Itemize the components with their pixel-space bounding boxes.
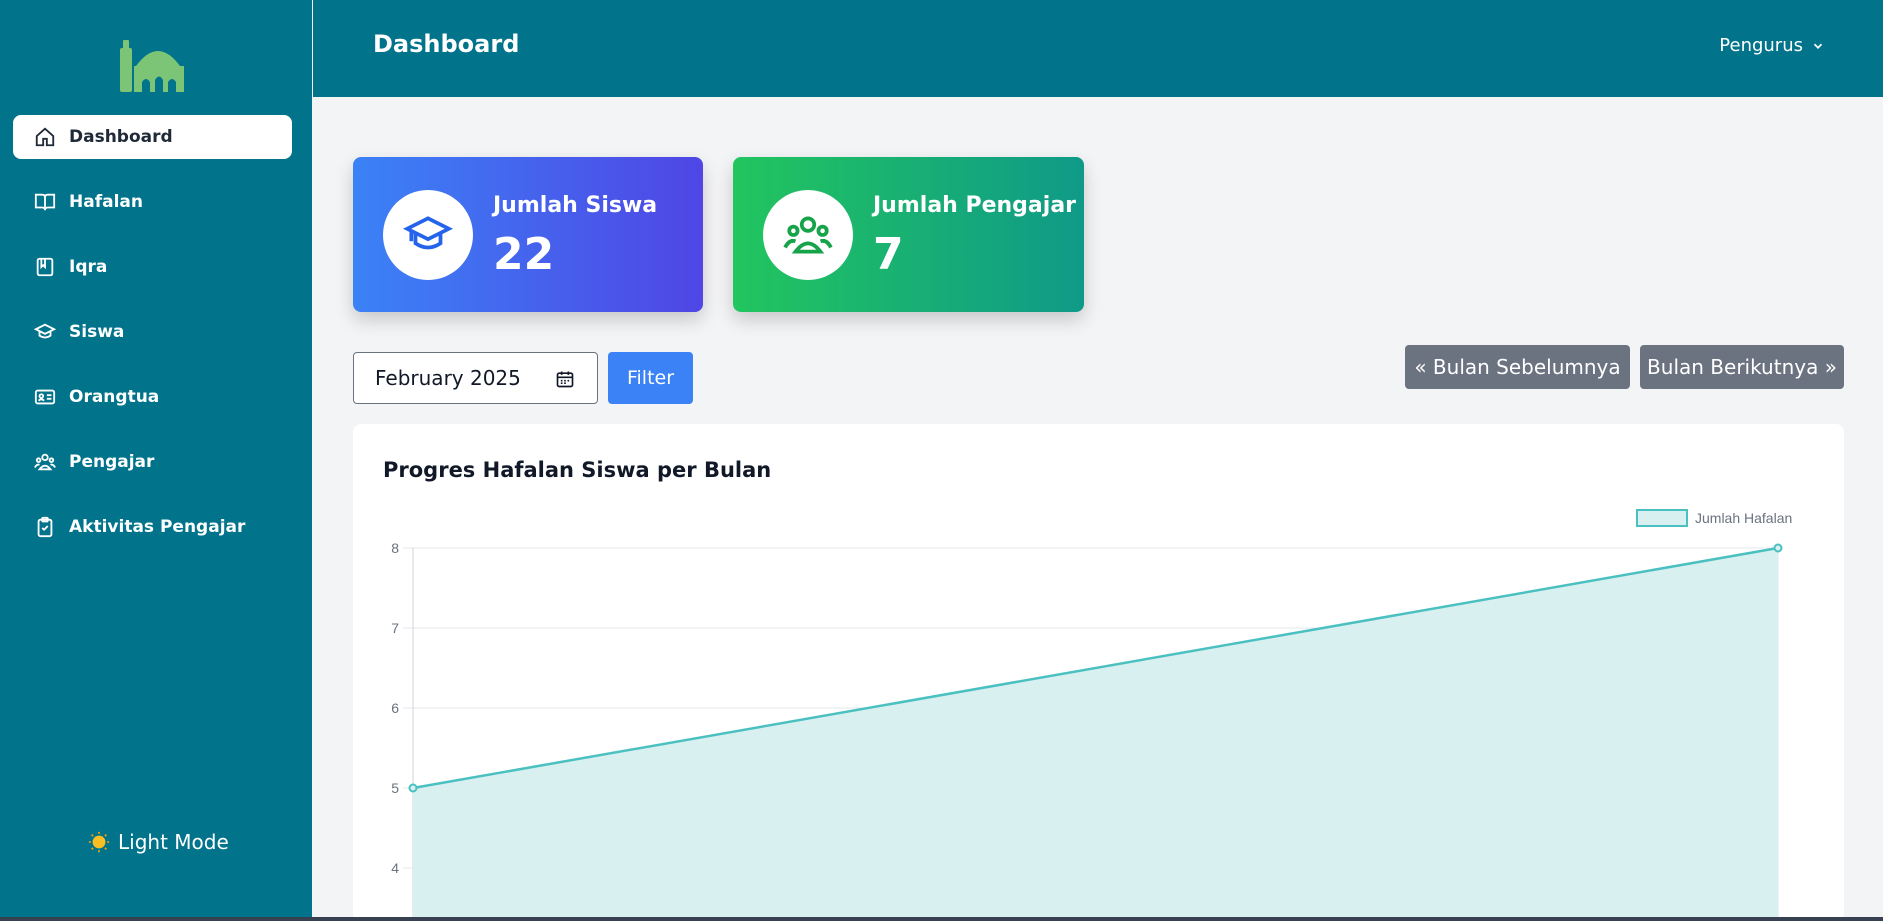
sidebar-item-label: Pengajar <box>69 452 155 472</box>
legend-swatch <box>1636 509 1688 527</box>
sun-icon <box>88 831 110 853</box>
series-area <box>413 548 1778 921</box>
book-open-icon <box>33 190 57 214</box>
data-point <box>408 783 418 793</box>
month-input[interactable]: February 2025 <box>353 352 598 404</box>
legend-label: Jumlah Hafalan <box>1695 510 1792 526</box>
filter-button[interactable]: Filter <box>608 352 693 404</box>
y-tick-label: 4 <box>391 860 399 876</box>
y-tick-label: 7 <box>391 620 399 636</box>
sidebar-item-label: Aktivitas Pengajar <box>69 517 246 537</box>
sidebar-item-orangtua[interactable]: Orangtua <box>13 375 292 419</box>
stat-card-pengajar: Jumlah Pengajar 7 <box>733 157 1084 312</box>
chevron-down-icon <box>1813 43 1823 49</box>
sidebar-item-pengajar[interactable]: Pengajar <box>13 440 292 484</box>
user-menu-dropdown[interactable]: Pengurus <box>1719 35 1825 56</box>
sidebar-item-siswa[interactable]: Siswa <box>13 310 292 354</box>
sidebar-item-iqra[interactable]: Iqra <box>13 245 292 289</box>
graduation-cap-icon <box>403 216 453 250</box>
stat-label: Jumlah Pengajar <box>873 193 1077 218</box>
stat-value: 22 <box>493 229 555 280</box>
previous-month-button[interactable]: « Bulan Sebelumnya <box>1405 345 1630 389</box>
page-title: Dashboard <box>373 30 520 58</box>
sidebar-item-label: Hafalan <box>69 192 143 212</box>
app: Dashboard Hafalan Iqra Siswa Orangtua Pe… <box>0 0 1883 921</box>
hafalan-chart: 8 7 6 5 4 Jumlah Hafalan <box>391 509 1792 921</box>
clipboard-check-icon <box>33 515 57 539</box>
chart-card: Progres Hafalan Siswa per Bulan 8 7 6 5 4 Jum… <box>353 424 1844 921</box>
y-tick-label: 8 <box>391 540 399 556</box>
stat-icon-circle <box>763 190 853 280</box>
users-icon <box>783 216 833 254</box>
light-mode-label: Light Mode <box>118 830 229 854</box>
stat-label: Jumlah Siswa <box>493 193 658 218</box>
sidebar-item-label: Iqra <box>69 257 108 277</box>
top-header: Dashboard Pengurus <box>313 0 1883 97</box>
next-month-button[interactable]: Bulan Berikutnya » <box>1640 345 1844 389</box>
stat-value: 7 <box>873 229 904 280</box>
calendar-icon[interactable] <box>555 369 575 389</box>
y-tick-label: 6 <box>391 700 399 716</box>
data-point <box>1773 543 1783 553</box>
id-card-icon <box>33 385 57 409</box>
sidebar-item-label: Orangtua <box>69 387 160 407</box>
sidebar-item-dashboard[interactable]: Dashboard <box>13 115 292 159</box>
home-icon <box>33 125 57 149</box>
sidebar-item-label: Dashboard <box>69 127 173 147</box>
book-icon <box>33 255 57 279</box>
sidebar-nav: Dashboard Hafalan Iqra Siswa Orangtua Pe… <box>13 115 292 570</box>
light-mode-toggle[interactable]: Light Mode <box>88 830 229 854</box>
sidebar-item-aktivitas-pengajar[interactable]: Aktivitas Pengajar <box>13 505 292 549</box>
y-tick-label: 5 <box>391 780 399 796</box>
stat-icon-circle <box>383 190 473 280</box>
sidebar: Dashboard Hafalan Iqra Siswa Orangtua Pe… <box>0 0 312 921</box>
month-input-value: February 2025 <box>375 366 521 390</box>
mosque-icon <box>120 40 184 92</box>
users-icon <box>33 450 57 474</box>
graduation-cap-icon <box>33 320 57 344</box>
stat-card-siswa: Jumlah Siswa 22 <box>353 157 703 312</box>
window-bottom-edge <box>0 917 1883 921</box>
sidebar-item-label: Siswa <box>69 322 125 342</box>
user-menu-label: Pengurus <box>1719 35 1803 56</box>
sidebar-item-hafalan[interactable]: Hafalan <box>13 180 292 224</box>
